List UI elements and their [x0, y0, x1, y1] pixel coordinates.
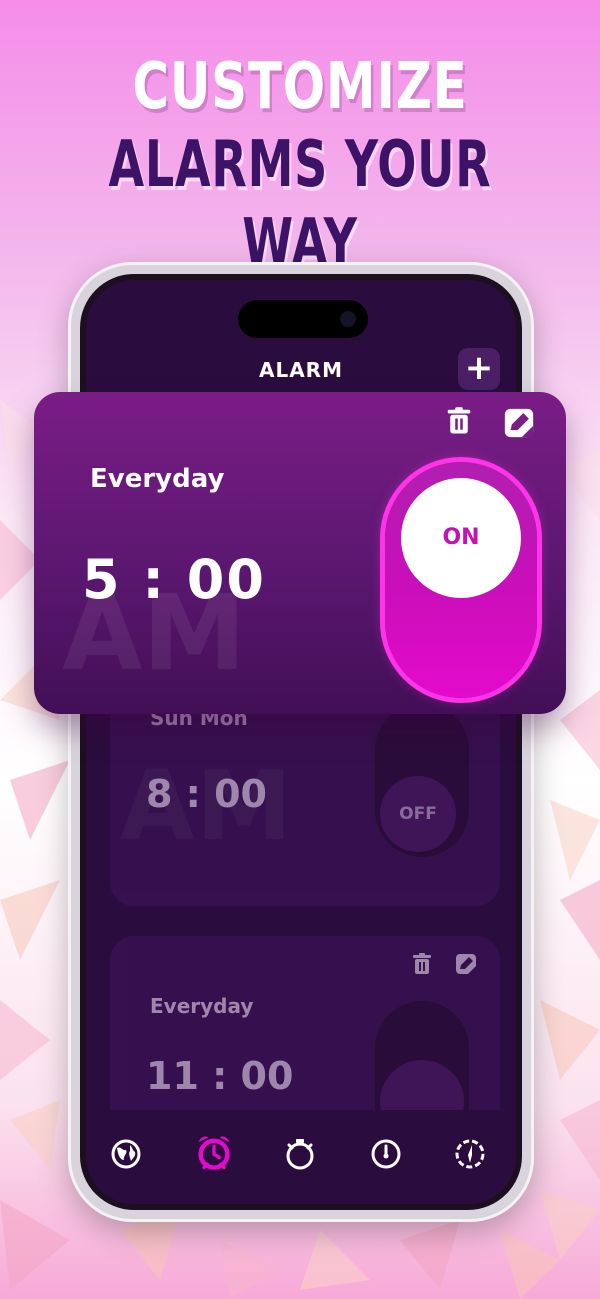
- alarm-days: Everyday: [90, 464, 225, 494]
- headline: CUSTOMIZE ALARMS YOUR WAY: [0, 48, 600, 282]
- camera-icon: [340, 311, 356, 327]
- alarm-toggle-knob: OFF: [380, 776, 456, 852]
- add-alarm-button[interactable]: +: [458, 348, 500, 390]
- headline-line-1: CUSTOMIZE: [132, 50, 468, 124]
- alarm-clock-icon[interactable]: [194, 1132, 234, 1172]
- stopwatch-icon[interactable]: [282, 1136, 318, 1172]
- alarm-toggle-knob: ON: [401, 478, 521, 598]
- alarm-time: 8 : 00: [146, 772, 267, 816]
- headline-line-2: ALARMS YOUR WAY: [108, 128, 492, 280]
- featured-alarm-card[interactable]: AM Everyday 5 : 00 ON: [34, 392, 566, 714]
- alarm-toggle[interactable]: ON: [385, 462, 537, 698]
- dynamic-island: [238, 300, 368, 338]
- edit-icon[interactable]: [502, 406, 536, 440]
- alarm-toggle[interactable]: OFF: [372, 700, 472, 860]
- world-clock-icon[interactable]: [108, 1136, 144, 1172]
- delete-icon[interactable]: [444, 406, 474, 436]
- timer-icon[interactable]: [368, 1136, 404, 1172]
- tab-bar: [86, 1110, 516, 1204]
- page-title: ALARM: [258, 358, 343, 382]
- alarm-time: 11 : 00: [146, 1054, 294, 1098]
- delete-icon[interactable]: [410, 952, 434, 976]
- compass-icon[interactable]: [452, 1136, 488, 1172]
- alarm-time: 5 : 00: [82, 548, 266, 611]
- alarm-days: Everyday: [150, 994, 254, 1018]
- edit-icon[interactable]: [454, 952, 478, 976]
